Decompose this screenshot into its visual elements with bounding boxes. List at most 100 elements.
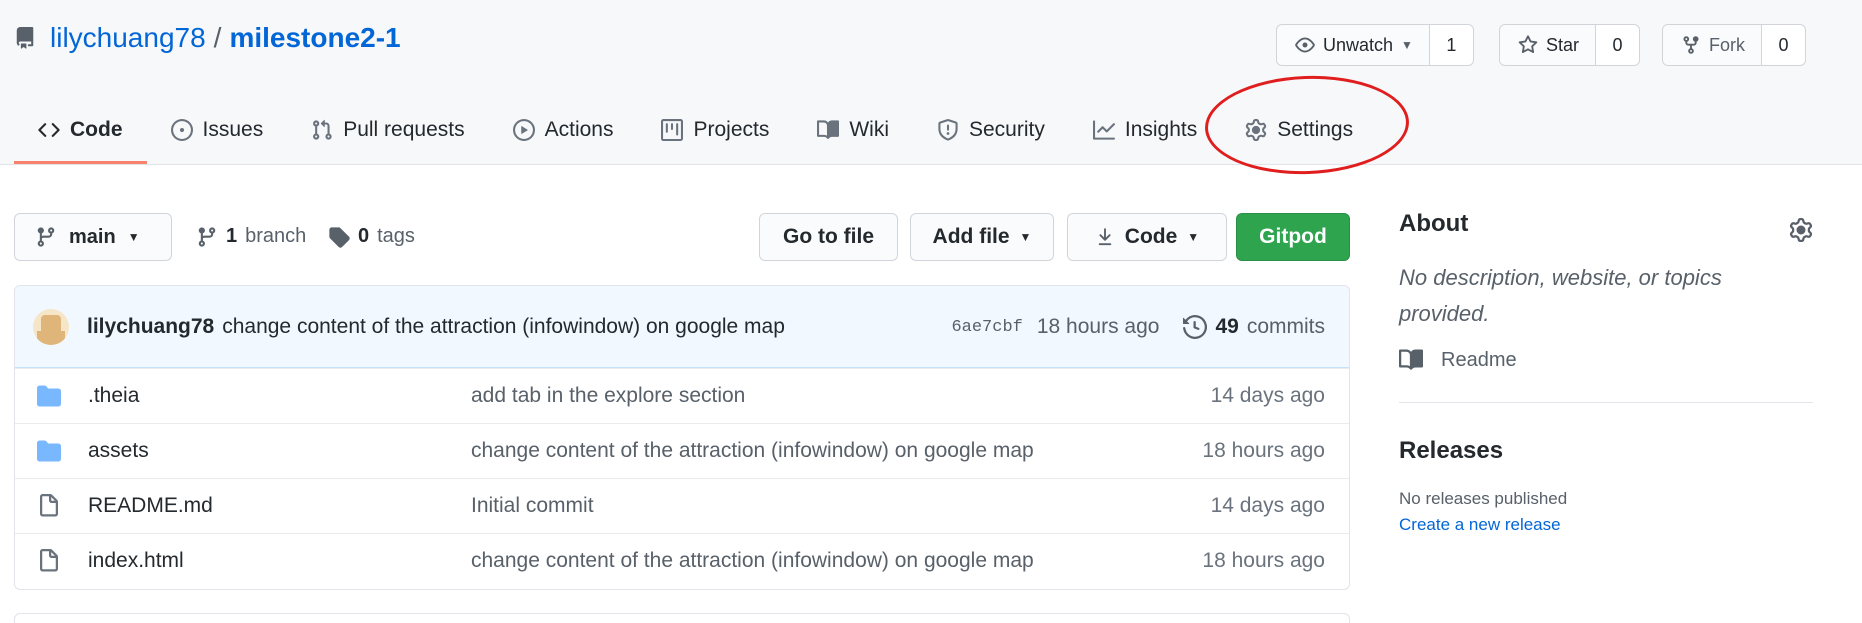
readme-box <box>14 613 1350 623</box>
latest-commit-bar: lilychuang78 change content of the attra… <box>15 286 1349 368</box>
repo-nav-tabs: Code Issues Pull requests Actions Projec… <box>14 104 1377 165</box>
readme-label: Readme <box>1441 348 1517 371</box>
commits-count: 49 <box>1215 315 1239 338</box>
code-dropdown-button[interactable]: Code ▼ <box>1067 213 1227 261</box>
file-row: .theia add tab in the explore section 14… <box>15 368 1349 423</box>
file-list: lilychuang78 change content of the attra… <box>14 285 1350 590</box>
tab-insights[interactable]: Insights <box>1069 104 1221 156</box>
code-icon <box>38 123 60 137</box>
avatar[interactable] <box>33 308 69 345</box>
file-icon <box>40 549 58 572</box>
fork-label: Fork <box>1709 34 1745 55</box>
about-heading: About <box>1399 210 1469 237</box>
tab-settings[interactable]: Settings <box>1221 104 1377 156</box>
star-button[interactable]: Star <box>1500 25 1596 65</box>
tab-label: Security <box>969 118 1045 141</box>
chevron-down-icon: ▼ <box>1401 38 1413 52</box>
commits-history-link[interactable]: 49 commits <box>1183 315 1325 339</box>
tab-label: Code <box>70 118 123 141</box>
star-icon <box>1518 35 1538 54</box>
tab-label: Actions <box>544 118 614 141</box>
history-icon <box>1183 315 1208 339</box>
file-name-link[interactable]: .theia <box>88 384 139 408</box>
commit-message-link[interactable]: change content of the attraction (infowi… <box>222 315 785 339</box>
fork-icon <box>1683 36 1699 54</box>
file-commit-time: 14 days ago <box>1210 494 1325 517</box>
gitpod-label: Gitpod <box>1259 225 1327 248</box>
tab-projects[interactable]: Projects <box>637 104 793 156</box>
tab-label: Insights <box>1124 118 1198 141</box>
shield-icon <box>938 119 958 141</box>
star-group: Star 0 <box>1499 24 1641 66</box>
go-to-file-button[interactable]: Go to file <box>759 213 898 261</box>
file-name-link[interactable]: README.md <box>88 494 213 518</box>
branches-count: 1 <box>226 225 238 247</box>
gear-icon[interactable] <box>1789 218 1813 242</box>
no-releases-text: No releases published <box>1399 489 1568 508</box>
add-file-button[interactable]: Add file ▼ <box>910 213 1054 261</box>
branch-select-button[interactable]: main ▼ <box>14 213 172 261</box>
repo-name-link[interactable]: milestone2-1 <box>229 22 400 54</box>
commit-time: 18 hours ago <box>1036 315 1160 338</box>
fork-count[interactable]: 0 <box>1761 25 1805 65</box>
sidebar-divider <box>1399 402 1813 403</box>
file-commit-time: 18 hours ago <box>1202 549 1325 572</box>
play-icon <box>512 119 535 141</box>
unwatch-button[interactable]: Unwatch ▼ <box>1277 25 1429 65</box>
chevron-down-icon: ▼ <box>127 230 140 244</box>
tab-pull-requests[interactable]: Pull requests <box>287 104 488 156</box>
commit-author-link[interactable]: lilychuang78 <box>87 315 214 339</box>
repo-owner-link[interactable]: lilychuang78 <box>50 22 206 54</box>
tab-label: Settings <box>1277 118 1354 141</box>
tab-security[interactable]: Security <box>913 104 1069 156</box>
about-sidebar: About No description, website, or topics… <box>1399 210 1813 535</box>
file-commit-time: 14 days ago <box>1210 384 1325 407</box>
file-commit-message-link[interactable]: Initial commit <box>471 494 594 518</box>
tab-code[interactable]: Code <box>14 104 147 164</box>
tag-icon <box>329 226 350 248</box>
go-to-file-label: Go to file <box>783 225 874 248</box>
tab-label: Pull requests <box>343 118 465 141</box>
fork-button[interactable]: Fork <box>1663 25 1761 65</box>
create-release-link[interactable]: Create a new release <box>1399 515 1813 535</box>
graph-icon <box>1092 120 1115 140</box>
book-icon <box>817 120 840 139</box>
fork-group: Fork 0 <box>1662 24 1806 66</box>
tags-link[interactable]: 0 tags <box>328 225 415 248</box>
readme-link[interactable]: Readme <box>1399 348 1813 372</box>
commits-label: commits <box>1246 315 1325 338</box>
repo-separator: / <box>213 22 222 53</box>
branch-name: main <box>69 225 116 248</box>
commit-sha-link[interactable]: 6ae7cbf <box>951 318 1022 337</box>
gear-icon <box>1246 119 1267 141</box>
tab-actions[interactable]: Actions <box>489 104 638 156</box>
gitpod-button[interactable]: Gitpod <box>1236 213 1350 261</box>
issue-icon <box>170 119 193 141</box>
tags-count: 0 <box>358 225 370 247</box>
pull-request-icon <box>313 119 332 140</box>
commit-meta: 6ae7cbf 18 hours ago 49 commits <box>951 286 1325 368</box>
file-name-link[interactable]: assets <box>88 439 149 463</box>
file-commit-message-link[interactable]: add tab in the explore section <box>471 384 745 408</box>
tab-label: Issues <box>202 118 264 141</box>
repo-header: lilychuang78 / milestone2-1 Unwatch ▼ 1 … <box>0 0 1862 165</box>
project-icon <box>661 119 684 141</box>
eye-icon <box>1295 37 1315 53</box>
file-navigation: main ▼ 1 branch 0 tags Go to file Add fi… <box>14 213 1350 261</box>
watch-count[interactable]: 1 <box>1428 25 1473 65</box>
file-commit-message-link[interactable]: change content of the attraction (infowi… <box>471 549 1034 573</box>
branches-link[interactable]: 1 branch <box>196 225 306 248</box>
tab-issues[interactable]: Issues <box>147 104 288 156</box>
code-label: Code <box>1124 225 1178 248</box>
chevron-down-icon: ▼ <box>1187 230 1200 244</box>
tab-label: Projects <box>693 118 770 141</box>
folder-icon <box>37 385 61 407</box>
releases-heading[interactable]: Releases <box>1399 437 1813 465</box>
file-row: assets change content of the attraction … <box>15 423 1349 478</box>
branch-icon <box>37 227 55 247</box>
star-count[interactable]: 0 <box>1595 25 1640 65</box>
file-name-link[interactable]: index.html <box>88 549 184 573</box>
file-commit-message-link[interactable]: change content of the attraction (infowi… <box>471 439 1034 463</box>
tab-wiki[interactable]: Wiki <box>793 104 913 156</box>
repo-title: lilychuang78 / milestone2-1 <box>14 22 401 54</box>
